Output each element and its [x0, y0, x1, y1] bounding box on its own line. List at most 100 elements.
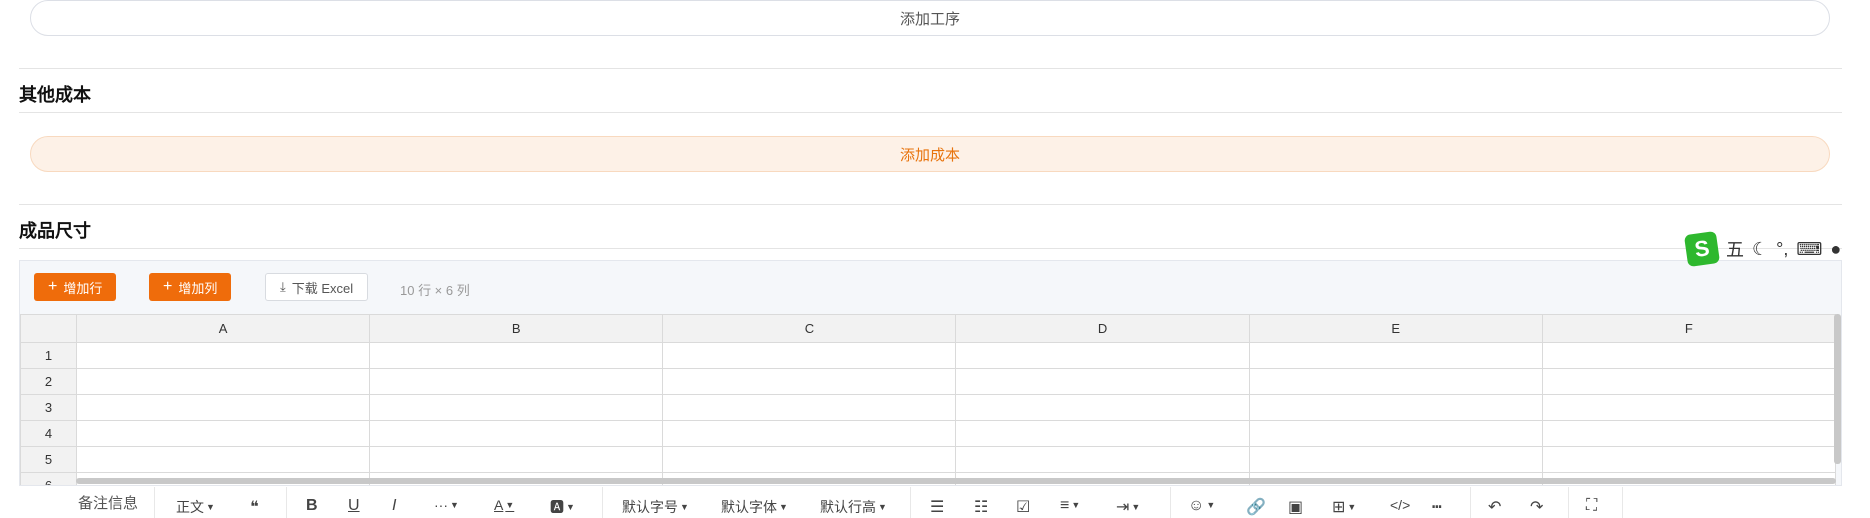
- divider: [286, 487, 287, 518]
- grid-cell[interactable]: [369, 446, 664, 473]
- divider: [19, 248, 1842, 249]
- user-icon[interactable]: ●: [1830, 239, 1841, 260]
- fullscreen-icon[interactable]: ⛶: [1586, 497, 1597, 515]
- divider-line-icon[interactable]: ┅: [1432, 497, 1442, 517]
- grid-cell[interactable]: [75, 420, 371, 447]
- indent-icon[interactable]: ⇥ ▼: [1116, 497, 1140, 517]
- redo-icon[interactable]: ↷: [1530, 497, 1543, 517]
- grid-cell[interactable]: [75, 394, 371, 421]
- grid-toolbar: + 增加行 + 增加列 ⤓ 下载 Excel 10 行 × 6 列: [20, 261, 1841, 313]
- grid-cell[interactable]: [662, 446, 957, 473]
- plus-icon: +: [163, 278, 173, 295]
- emoji-icon[interactable]: ☺ ▼: [1188, 497, 1215, 515]
- grid-cell[interactable]: [1248, 394, 1543, 421]
- grid-cell[interactable]: [369, 368, 664, 395]
- code-icon[interactable]: </>: [1390, 497, 1410, 513]
- table-icon[interactable]: ⊞ ▼: [1332, 497, 1356, 517]
- ime-toolbar: S 五 ☾ °, ⌨ ●: [1683, 230, 1870, 268]
- grid-cell[interactable]: [1248, 420, 1543, 447]
- line-height-select[interactable]: 默认行高 ▼: [820, 497, 887, 517]
- keyboard-icon[interactable]: ⌨: [1796, 239, 1822, 260]
- grid-cell[interactable]: [662, 420, 957, 447]
- grid-cell[interactable]: [955, 394, 1250, 421]
- font-size-select[interactable]: 默认字号 ▼: [622, 497, 689, 517]
- grid-cell[interactable]: [1248, 368, 1543, 395]
- size-grid: A B C D E F 123456: [20, 314, 1837, 485]
- column-header[interactable]: E: [1248, 314, 1543, 343]
- moon-icon[interactable]: ☾: [1752, 239, 1768, 260]
- grid-cell[interactable]: [955, 368, 1250, 395]
- add-cost-label: 添加成本: [899, 146, 960, 164]
- grid-cell[interactable]: [1541, 446, 1837, 473]
- underline-icon[interactable]: U: [348, 497, 360, 515]
- row-header[interactable]: 1: [20, 342, 77, 369]
- grid-cell[interactable]: [369, 342, 664, 369]
- align-icon[interactable]: ≡ ▼: [1060, 497, 1080, 515]
- column-header-row: A B C D E F: [20, 314, 1837, 343]
- add-cost-button[interactable]: 添加成本: [30, 136, 1830, 172]
- row-header[interactable]: 3: [20, 394, 77, 421]
- grid-cell[interactable]: [75, 342, 371, 369]
- download-excel-button[interactable]: ⤓ 下载 Excel: [265, 273, 369, 301]
- add-row-button[interactable]: + 增加行: [34, 273, 117, 301]
- grid-cell[interactable]: [955, 446, 1250, 473]
- image-icon[interactable]: ▣: [1288, 497, 1303, 517]
- background-color-icon[interactable]: 🅰 ▼: [550, 497, 575, 517]
- grid-cell[interactable]: [662, 394, 957, 421]
- row-header[interactable]: 4: [20, 420, 77, 447]
- ime-punctuation[interactable]: °,: [1776, 239, 1788, 260]
- grid-cell[interactable]: [1248, 446, 1543, 473]
- divider: [19, 204, 1842, 205]
- column-header[interactable]: F: [1541, 314, 1837, 343]
- add-process-button[interactable]: 添加工序: [30, 0, 1830, 36]
- grid-cell[interactable]: [75, 446, 371, 473]
- grid-cell[interactable]: [662, 342, 957, 369]
- column-header[interactable]: D: [955, 314, 1250, 343]
- column-header[interactable]: A: [75, 314, 371, 343]
- grid-cell[interactable]: [75, 368, 371, 395]
- download-excel-label: 下载 Excel: [291, 280, 354, 296]
- grid-cell[interactable]: [1541, 420, 1837, 447]
- grid-cell[interactable]: [1541, 342, 1837, 369]
- font-family-select[interactable]: 默认字体 ▼: [721, 497, 788, 517]
- font-color-icon[interactable]: A ▼: [494, 497, 514, 513]
- table-row: 4: [20, 420, 1837, 447]
- row-header[interactable]: 5: [20, 446, 77, 473]
- sogou-logo-icon[interactable]: S: [1683, 230, 1721, 268]
- italic-icon[interactable]: I: [392, 497, 396, 515]
- grid-cell[interactable]: [369, 394, 664, 421]
- bold-icon[interactable]: B: [306, 497, 318, 515]
- divider: [19, 68, 1842, 69]
- font-size-value: 默认字号: [622, 499, 678, 515]
- horizontal-scrollbar[interactable]: [76, 478, 1836, 484]
- grid-cell[interactable]: [1248, 342, 1543, 369]
- grid-cell[interactable]: [662, 368, 957, 395]
- add-row-label: 增加行: [63, 280, 103, 296]
- grid-size-count: 10 行 × 6 列: [400, 283, 470, 298]
- grid-cell[interactable]: [1541, 394, 1837, 421]
- grid-cell[interactable]: [955, 420, 1250, 447]
- numbered-list-icon[interactable]: ☷: [974, 497, 988, 517]
- corner-cell: [20, 314, 77, 343]
- divider: [1568, 487, 1569, 518]
- add-column-button[interactable]: + 增加列: [149, 273, 232, 301]
- divider: [1170, 487, 1171, 518]
- font-family-value: 默认字体: [721, 499, 777, 515]
- undo-icon[interactable]: ↶: [1488, 497, 1501, 517]
- bullet-list-icon[interactable]: ☰: [930, 497, 944, 517]
- row-header[interactable]: 6: [20, 472, 77, 485]
- quote-icon[interactable]: ❝: [250, 497, 259, 517]
- todo-list-icon[interactable]: ☑: [1016, 497, 1030, 517]
- column-header[interactable]: C: [662, 314, 957, 343]
- paragraph-style-select[interactable]: 正文 ▼: [176, 497, 215, 517]
- column-header[interactable]: B: [369, 314, 664, 343]
- ime-mode[interactable]: 五: [1726, 236, 1744, 262]
- vertical-scrollbar[interactable]: [1834, 314, 1841, 464]
- grid-cell[interactable]: [369, 420, 664, 447]
- grid-cell[interactable]: [955, 342, 1250, 369]
- grid-cell[interactable]: [1541, 368, 1837, 395]
- row-header[interactable]: 2: [20, 368, 77, 395]
- paragraph-style-value: 正文: [176, 499, 204, 515]
- link-icon[interactable]: 🔗: [1246, 497, 1266, 517]
- more-format-icon[interactable]: ··· ▼: [434, 497, 459, 513]
